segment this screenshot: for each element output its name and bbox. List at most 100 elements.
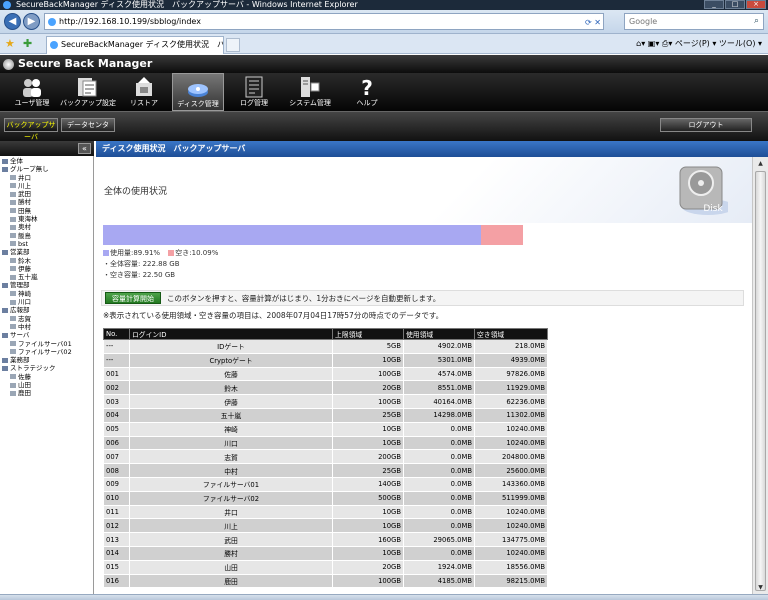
tree-user-item[interactable]: 佐藤	[2, 373, 92, 381]
address-text: http://192.168.10.199/sbblog/index	[59, 17, 201, 26]
tree-user-item[interactable]: 鈴木	[2, 257, 92, 265]
user-icon	[10, 316, 16, 322]
tree-user-item[interactable]: 山田	[2, 381, 92, 389]
table-cell: 005	[103, 421, 130, 437]
forward-arrow-icon[interactable]: ▶	[23, 13, 40, 30]
search-icon[interactable]: ⌕	[754, 14, 759, 29]
add-favorites-icon[interactable]: ✚	[23, 37, 32, 50]
column-header: No.	[103, 328, 130, 340]
tree-group-item[interactable]: グループ無し	[2, 165, 92, 173]
table-cell: 4574.0MB	[403, 366, 475, 382]
tree-group-item[interactable]: ストラテジック	[2, 364, 92, 372]
toolbar-disk-management[interactable]: ディスク管理	[172, 73, 224, 111]
user-icon	[10, 374, 16, 380]
table-cell: 武田	[129, 532, 333, 547]
tree-user-item[interactable]: 伊藤	[2, 265, 92, 273]
table-row: 006 川口 10GB 0.0MB 10240.0MB	[103, 435, 548, 451]
tree-user-item[interactable]: 田無	[2, 207, 92, 215]
toolbar-label: リストア	[130, 99, 158, 107]
table-cell: 5GB	[332, 339, 404, 354]
tree-user-item[interactable]: 武田	[2, 190, 92, 198]
maximize-button[interactable]: □	[725, 0, 745, 9]
tree-group-item[interactable]: 広報部	[2, 306, 92, 314]
tree-item-label: 営業部	[10, 248, 30, 257]
search-input[interactable]: Google ⌕	[624, 13, 764, 30]
collapse-panel-button[interactable]: «	[78, 143, 91, 154]
tree-user-item[interactable]: ファイルサーバ02	[2, 348, 92, 356]
user-icon	[10, 258, 16, 264]
tree-item-label: 広報部	[10, 306, 30, 315]
table-cell: 山田	[129, 559, 333, 575]
tree-item-label: 五十嵐	[18, 273, 38, 282]
tree-item-label: 全体	[10, 157, 23, 165]
sub-toolbar: バックアップサーバ データセンタ ログアウト	[0, 111, 768, 141]
tree-user-item[interactable]: 中村	[2, 323, 92, 331]
minimize-button[interactable]: _	[704, 0, 724, 9]
address-input[interactable]: http://192.168.10.199/sbblog/index ⟳ ✕	[44, 13, 604, 30]
data-timestamp-note: ※表示されている使用領域・空き容量の項目は、2008年07月04日17時57分の…	[103, 311, 444, 320]
tree-user-item[interactable]: 鹿田	[2, 389, 92, 397]
tree-item-label: 井口	[18, 173, 31, 182]
toolbar-restore[interactable]: リストア	[124, 73, 164, 111]
back-arrow-icon[interactable]: ◀	[4, 13, 21, 30]
scroll-up-icon[interactable]: ▲	[755, 158, 766, 169]
user-icon	[10, 175, 16, 181]
scroll-down-icon[interactable]: ▼	[755, 582, 766, 593]
tree-item-label: 勝村	[18, 198, 31, 207]
tree-user-item[interactable]: 奥村	[2, 223, 92, 231]
toolbar-backup-settings[interactable]: バックアップ設定	[60, 73, 116, 111]
tree-user-item[interactable]: 川上	[2, 182, 92, 190]
tab-backup-server[interactable]: バックアップサーバ	[4, 118, 58, 141]
refresh-stop-icons[interactable]: ⟳ ✕	[585, 15, 601, 30]
logout-button[interactable]: ログアウト	[660, 118, 752, 132]
tree-item-label: 鈴木	[18, 256, 31, 265]
table-row: 011 井口 10GB 0.0MB 10240.0MB	[103, 504, 548, 520]
user-icon	[10, 191, 16, 197]
toolbar-help[interactable]: ? ヘルプ	[350, 73, 384, 111]
tree-user-item[interactable]: 井口	[2, 174, 92, 182]
command-bar-menus[interactable]: ページ(P) ▾ ツール(O) ▾	[675, 39, 762, 48]
toolbar-system-management[interactable]: システム管理	[288, 73, 332, 111]
tree-user-item[interactable]: 飯島	[2, 232, 92, 240]
table-cell: 100GB	[332, 366, 404, 382]
table-cell: 8551.0MB	[403, 380, 475, 396]
table-header-row: No. ログインID 上限領域 使用領域 空き領域	[103, 328, 548, 340]
toolbar-user-management[interactable]: ユーザ管理	[12, 73, 52, 111]
table-cell: 008	[103, 463, 130, 478]
tree-user-item[interactable]: 東海林	[2, 215, 92, 223]
tree-group-item[interactable]: サーバ	[2, 331, 92, 339]
user-icon	[10, 324, 16, 330]
tree-user-item[interactable]: 勝村	[2, 198, 92, 206]
table-cell: 10240.0MB	[474, 545, 548, 561]
tree-item-label: 鹿田	[18, 389, 31, 398]
home-icon[interactable]: ⌂▾	[636, 39, 645, 48]
tab-data-center[interactable]: データセンタ	[61, 118, 115, 132]
table-cell: 25GB	[332, 463, 404, 478]
disk-label: Disk	[703, 204, 723, 214]
tree-user-item[interactable]: 神崎	[2, 290, 92, 298]
window-controls: _ □ ×	[704, 0, 766, 9]
user-icon	[10, 199, 16, 205]
tree-group-item[interactable]: 業務部	[2, 356, 92, 364]
toolbar-log-management[interactable]: ログ管理	[236, 73, 272, 111]
start-capacity-calc-button[interactable]: 容量計算開始	[105, 292, 161, 304]
favorites-star-icon[interactable]: ★	[5, 37, 15, 50]
table-cell: 11302.0MB	[474, 407, 548, 423]
browser-tab-active[interactable]: SecureBackManager ディスク使用状況 バッ...	[46, 36, 224, 54]
tree-group-item[interactable]: 管理部	[2, 281, 92, 289]
table-row: 005 神崎 10GB 0.0MB 10240.0MB	[103, 421, 548, 437]
table-cell: 009	[103, 476, 130, 492]
tree-group-item[interactable]: 営業部	[2, 248, 92, 256]
command-bar[interactable]: ⌂▾ ▣▾ ⎙▾ ページ(P) ▾ ツール(O) ▾	[636, 37, 762, 51]
scroll-thumb[interactable]	[755, 171, 766, 591]
print-icon[interactable]: ⎙▾	[662, 39, 672, 48]
page-scrollbar[interactable]: ▲ ▼	[752, 157, 768, 594]
table-cell: 18556.0MB	[474, 559, 548, 575]
feeds-icon[interactable]: ▣▾	[648, 39, 660, 48]
new-tab-button[interactable]	[226, 38, 240, 52]
table-row: --- IDゲート 5GB 4902.0MB 218.0MB	[103, 339, 548, 354]
toolbar-label: ログ管理	[240, 99, 268, 107]
close-button[interactable]: ×	[746, 0, 766, 9]
tree-user-item[interactable]: ファイルサーバ01	[2, 340, 92, 348]
tree-user-item[interactable]: 志賀	[2, 315, 92, 323]
